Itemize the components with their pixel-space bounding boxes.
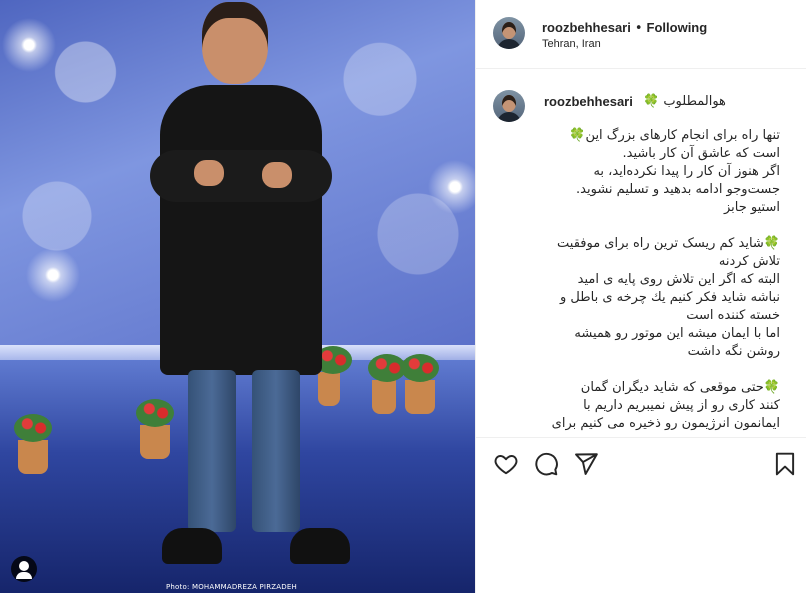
left-leg [188, 370, 236, 532]
caption-line: ایمانمون انرژیمون رو ذخیره می کنیم برای [551, 416, 780, 431]
paper-plane-icon[interactable] [573, 451, 599, 477]
following-button[interactable]: Following [647, 20, 708, 35]
caption-line: اما با ایمان میشه این موتور رو همیشه [574, 326, 780, 341]
caption-line: جست‌وجو ادامه بدهید و تسلیم نشوید. [576, 182, 780, 197]
action-bar [476, 437, 806, 490]
header-line: roozbehhesari • Following [542, 17, 707, 36]
flower-pot [368, 354, 406, 414]
caption-first-line: هوالمطلوب 🍀 [643, 94, 726, 109]
sparkle-light [26, 248, 80, 302]
header-username[interactable]: roozbehhesari [542, 20, 631, 35]
caption-line: تنها راه برای انجام کارهای بزرگ این🍀 [569, 128, 780, 143]
photo-credit: Photo: MOHAMMADREZA PIRZADEH [166, 583, 297, 591]
caption-paragraph: 🍀حتی موقعی که شاید دیگران گمان کنند کاری… [516, 379, 780, 433]
caption-line: است که عاشق آن کار باشید. [622, 146, 780, 161]
post-photo[interactable]: Photo: MOHAMMADREZA PIRZADEH [0, 0, 475, 593]
post-header: roozbehhesari • Following Tehran, Iran [476, 0, 806, 69]
hand [262, 162, 292, 188]
caption-line: خسته کننده است [686, 308, 780, 323]
sparkle-light [2, 18, 56, 72]
caption-line: تلاش کردنه [718, 254, 780, 269]
head [202, 2, 268, 84]
tagged-user-icon[interactable] [11, 556, 37, 582]
caption-line: روشن نگه داشت [687, 344, 780, 359]
location-link[interactable]: Tehran, Iran [542, 38, 601, 50]
avatar[interactable] [493, 90, 525, 122]
caption-line: استیو جابز [724, 200, 780, 215]
black-shirt [160, 85, 322, 375]
instagram-post: Photo: MOHAMMADREZA PIRZADEH roozbehhesa… [0, 0, 806, 593]
caption-paragraph: 🍀شاید کم ریسک ترین راه برای موفقیت تلاش … [516, 235, 780, 361]
caption-line: اگر هنوز آن کار را پیدا نکرده‌اید، به [593, 164, 780, 179]
right-shoe [290, 528, 350, 564]
caption-body: تنها راه برای انجام کارهای بزرگ این🍀 است… [516, 127, 780, 437]
caption-area[interactable]: roozbehhesari هوالمطلوب 🍀 تنها راه برای … [476, 69, 806, 437]
heart-icon[interactable] [493, 451, 519, 477]
caption-line: 🍀شاید کم ریسک ترین راه برای موفقیت [557, 236, 780, 251]
avatar[interactable] [493, 17, 525, 49]
caption-line: نباشه شاید فکر کنیم یك چرخه ی باطل و [560, 290, 780, 305]
separator-dot: • [634, 21, 643, 36]
person-figure [150, 0, 350, 580]
right-leg [252, 370, 300, 532]
caption-username[interactable]: roozbehhesari [544, 94, 633, 109]
hand [194, 160, 224, 186]
caption-paragraph: تنها راه برای انجام کارهای بزرگ این🍀 است… [516, 127, 780, 217]
caption-line: 🍀حتی موقعی که شاید دیگران گمان [580, 380, 780, 395]
sparkle-light [428, 160, 475, 214]
caption-line: کنند کاری رو از پیش نمیبریم داریم با [583, 398, 780, 413]
post-sidebar: roozbehhesari • Following Tehran, Iran roo… [475, 0, 806, 593]
comment-icon[interactable] [533, 451, 559, 477]
caption-line: البته که اگر این تلاش روی پایه ی امید [577, 272, 780, 287]
flower-pot [14, 414, 52, 474]
left-shoe [162, 528, 222, 564]
bookmark-icon[interactable] [772, 451, 798, 477]
crossed-arms [150, 150, 332, 202]
flower-pot [401, 354, 439, 414]
